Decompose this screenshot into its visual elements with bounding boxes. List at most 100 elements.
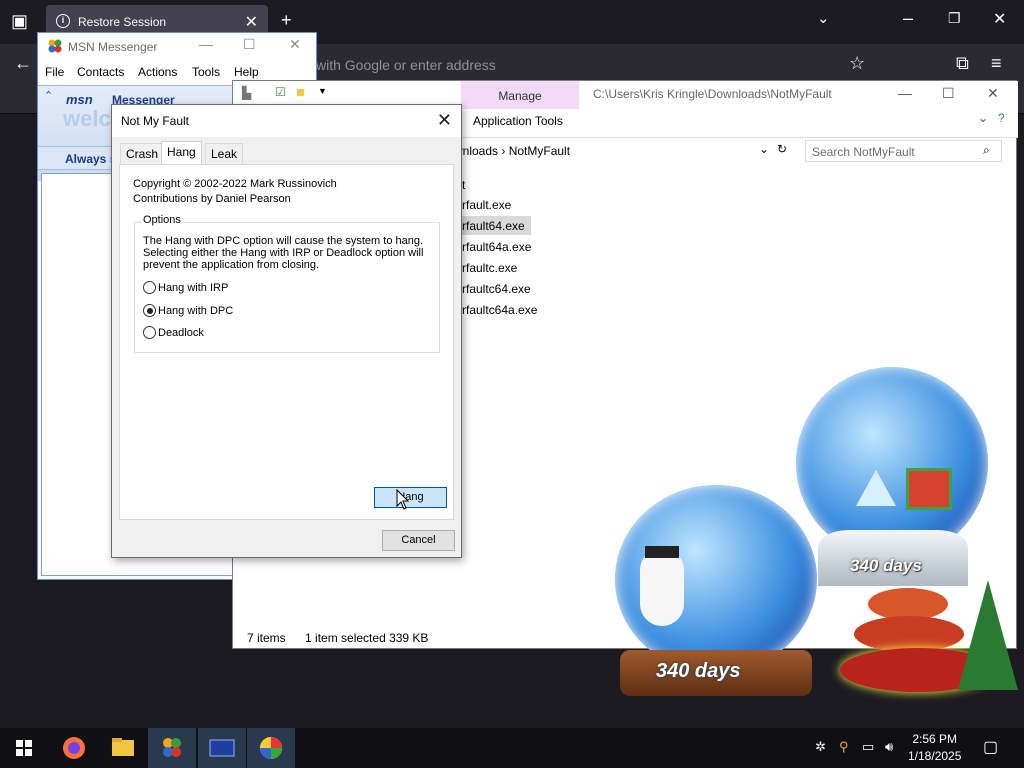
ribbon-expand-icon[interactable]: ⌄ [978, 111, 988, 125]
radio-label: Hang with IRP [158, 282, 229, 294]
extensions-icon[interactable]: ⧉ [956, 53, 969, 74]
menu-file[interactable]: File [45, 65, 64, 79]
file-row[interactable]: rfault.exe [461, 195, 517, 214]
gift-icon [906, 468, 952, 510]
volume-icon[interactable]: 🔊︎ [885, 739, 893, 755]
options-legend: Options [141, 214, 183, 226]
radio-circle[interactable] [143, 326, 156, 339]
dialog-title: Not My Fault [121, 114, 190, 128]
msn-title: MSN Messenger [68, 40, 158, 54]
file-row[interactable]: rfault64a.exe [461, 237, 537, 256]
msn-minimize-button[interactable]: — [199, 36, 213, 52]
not-my-fault-taskbar-icon[interactable] [247, 728, 295, 768]
cancel-button[interactable]: Cancel [382, 530, 455, 551]
manage-tab[interactable]: Manage [461, 81, 579, 109]
help-icon[interactable]: ? [998, 111, 1005, 125]
firefox-view-icon[interactable]: ▣ [11, 11, 28, 32]
tab-crash[interactable]: Crash [120, 143, 165, 164]
copyright-text: Copyright © 2002-2022 Mark Russinovich [133, 178, 337, 190]
msn-brand: msn [66, 92, 93, 107]
radio-circle-checked[interactable] [143, 304, 156, 317]
customize-qat-icon[interactable]: ▼ [318, 86, 327, 96]
restore-button[interactable]: ❐ [948, 10, 961, 27]
close-button[interactable]: ✕ [993, 9, 1006, 29]
tab-leak[interactable]: Leak [205, 143, 244, 164]
pine-tree-icon [958, 580, 1018, 690]
radio-hang-with-irp[interactable]: Hang with IRP [143, 281, 228, 294]
dialog-close-button[interactable]: ✕ [437, 110, 452, 131]
radio-hang-with-dpc[interactable]: Hang with DPC [143, 304, 233, 317]
notification-icon[interactable]: ▢ [983, 737, 998, 757]
breadcrumb[interactable]: wnloads › NotMyFault [454, 144, 570, 158]
msn-taskbar-icon[interactable] [148, 728, 196, 768]
bookmark-star-icon[interactable]: ☆ [849, 53, 865, 74]
application-tools-tab[interactable]: Application Tools [473, 114, 563, 128]
days-counter-large: 340 days [850, 556, 922, 575]
menu-icon[interactable]: ≡ [991, 53, 1002, 74]
msn-titlebar: MSN Messenger — ☐ ✕ [38, 33, 316, 59]
tray-app-icon[interactable]: ✲ [815, 739, 826, 755]
file-row-selected[interactable]: rfault64.exe [461, 216, 531, 235]
tray-search-icon[interactable]: ⚲ [839, 739, 849, 755]
quick-access-icon[interactable]: ▙ [242, 86, 251, 100]
file-row[interactable]: rfaultc.exe [461, 258, 523, 277]
radio-deadlock[interactable]: Deadlock [143, 326, 204, 339]
spiral-tree-ring [854, 616, 964, 652]
url-bar[interactable]: with Google or enter address [316, 57, 496, 73]
menu-tools[interactable]: Tools [192, 65, 220, 79]
dialog-titlebar: Not My Fault ✕ [112, 105, 461, 137]
clock[interactable]: 2:56 PM 1/18/2025 [908, 731, 961, 765]
file-row[interactable]: rfaultc64.exe [461, 279, 537, 298]
selection-info: 1 item selected 339 KB [305, 631, 429, 645]
msn-close-button[interactable]: ✕ [289, 36, 301, 53]
properties-icon[interactable]: ☑ [275, 85, 286, 99]
info-icon: i [56, 14, 70, 28]
options-group: Options The Hang with DPC option will ca… [134, 214, 440, 353]
menu-contacts[interactable]: Contacts [77, 65, 124, 79]
options-description: The Hang with DPC option will cause the … [143, 235, 424, 271]
address-dropdown-icon[interactable]: ⌄ [759, 142, 769, 156]
radio-label: Hang with DPC [158, 305, 234, 317]
item-count: 7 items [247, 631, 286, 645]
explorer-maximize-button[interactable]: ☐ [942, 85, 955, 102]
clock-date: 1/18/2025 [908, 749, 962, 763]
hang-tab-panel: Copyright © 2002-2022 Mark Russinovich C… [119, 164, 454, 520]
copyright-block: Copyright © 2002-2022 Mark Russinovich C… [133, 177, 337, 207]
new-folder-icon[interactable]: ■ [296, 84, 305, 101]
tab-hang[interactable]: Hang [161, 141, 202, 164]
explorer-minimize-button[interactable]: — [898, 85, 912, 101]
collapse-icon[interactable]: ⌃ [44, 89, 53, 102]
menu-actions[interactable]: Actions [138, 65, 177, 79]
contributions-text: Contributions by Daniel Pearson [133, 193, 291, 205]
start-button[interactable] [0, 728, 48, 768]
mouse-cursor-icon [396, 488, 410, 510]
window-path: C:\Users\Kris Kringle\Downloads\NotMyFau… [593, 87, 832, 101]
menu-help[interactable]: Help [234, 65, 259, 79]
radio-label: Deadlock [158, 327, 204, 339]
list-all-tabs-icon[interactable]: ⌄ [817, 9, 830, 27]
app-taskbar-icon[interactable] [198, 728, 246, 768]
back-icon[interactable]: ← [14, 53, 32, 74]
msn-maximize-button[interactable]: ☐ [243, 36, 256, 53]
days-counter-small: 340 days [656, 660, 741, 682]
tab-close-button[interactable]: ✕ [245, 12, 258, 32]
tab-title: Restore Session [78, 15, 167, 29]
network-icon[interactable]: ▭ [862, 739, 874, 755]
new-tab-button[interactable]: + [281, 10, 292, 31]
file-row[interactable]: rfaultc64a.exe [461, 300, 543, 319]
always-label: Always s [65, 152, 117, 166]
explorer-close-button[interactable]: ✕ [987, 85, 999, 102]
refresh-icon[interactable]: ↻ [777, 142, 787, 156]
windows-logo-icon [16, 740, 32, 756]
minimize-button[interactable]: – [903, 8, 913, 29]
globe-tree-icon [856, 470, 896, 506]
radio-circle[interactable] [143, 281, 156, 294]
msn-butterfly-icon [48, 39, 62, 53]
file-explorer-taskbar-icon[interactable] [99, 728, 147, 768]
taskbar: ✲ ⚲ ▭ 🔊︎ 2:56 PM 1/18/2025 ▢ [0, 728, 1024, 768]
column-header-fragment: t [462, 178, 466, 192]
welcome-text: welc [63, 106, 111, 131]
search-input[interactable]: Search NotMyFault [805, 140, 1002, 162]
snowman-icon [640, 548, 684, 626]
firefox-taskbar-icon[interactable] [50, 728, 98, 768]
